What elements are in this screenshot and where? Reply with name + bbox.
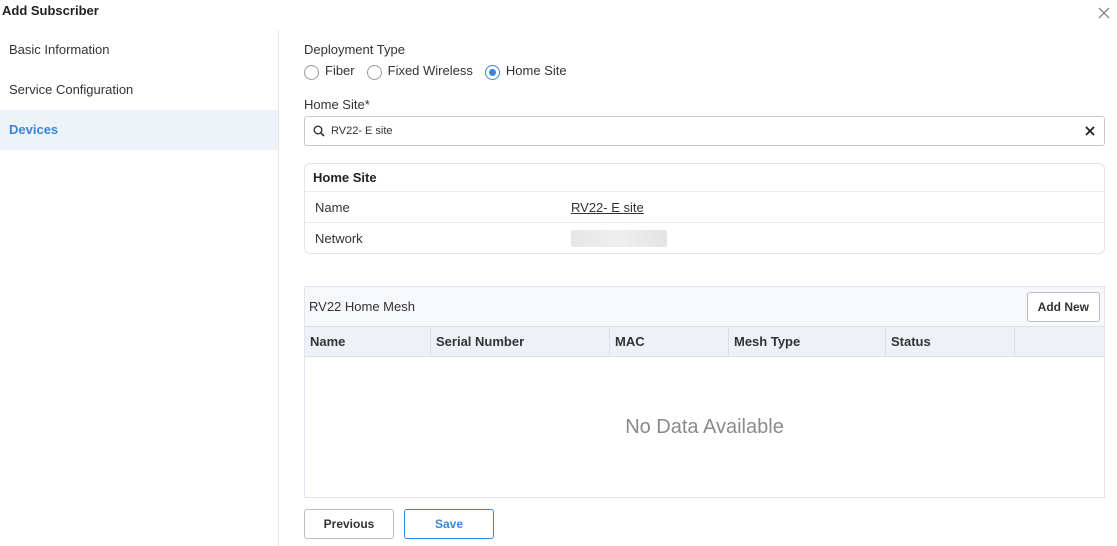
radio-label: Home Site	[505, 62, 567, 78]
home-site-search-value[interactable]: RV22- E site	[331, 125, 1083, 137]
home-site-name-row: Name RV22- E site	[305, 192, 1104, 223]
sidebar-item-devices[interactable]: Devices	[0, 110, 278, 150]
radio-fixed-wireless[interactable]: Fixed Wireless	[366, 62, 473, 80]
table-header: Name Serial Number MAC Mesh Type Status	[305, 326, 1104, 357]
radio-button[interactable]	[366, 65, 382, 80]
home-mesh-title: RV22 Home Mesh	[309, 299, 415, 314]
network-value-redacted	[571, 230, 667, 247]
home-site-label: Home Site*	[304, 97, 370, 112]
column-header-mac[interactable]: MAC	[610, 327, 729, 356]
sidebar-divider	[278, 30, 279, 546]
save-button[interactable]: Save	[404, 509, 494, 539]
home-site-card: Home Site Name RV22- E site Network	[304, 163, 1105, 254]
close-icon[interactable]	[1097, 6, 1113, 22]
home-site-search-input[interactable]: RV22- E site	[304, 116, 1105, 146]
sidebar-item-service-configuration[interactable]: Service Configuration	[0, 70, 278, 110]
column-header-status[interactable]: Status	[886, 327, 1015, 356]
radio-button[interactable]	[304, 65, 319, 80]
radio-fiber[interactable]: Fiber	[304, 62, 355, 80]
redacted-block	[571, 230, 667, 247]
home-mesh-header: RV22 Home Mesh Add New	[305, 287, 1104, 326]
add-new-button[interactable]: Add New	[1026, 291, 1100, 322]
sidebar-item-basic-information[interactable]: Basic Information	[0, 30, 278, 70]
sidebar: Basic Information Service Configuration …	[0, 30, 278, 150]
home-site-name-link[interactable]: RV22- E site	[571, 200, 644, 215]
column-header-mesh-type[interactable]: Mesh Type	[729, 327, 886, 356]
dialog-title: Add Subscriber	[2, 3, 99, 18]
empty-state-text: No Data Available	[625, 415, 784, 438]
home-site-network-row: Network	[305, 223, 1104, 254]
radio-home-site[interactable]: Home Site	[484, 62, 567, 80]
footer-buttons: Previous Save	[304, 509, 494, 539]
search-icon	[313, 125, 325, 137]
deployment-type-label: Deployment Type	[304, 42, 405, 57]
column-header-actions	[1015, 327, 1104, 356]
clear-icon[interactable]	[1083, 124, 1097, 138]
radio-button-selected[interactable]	[484, 65, 500, 80]
home-mesh-table: RV22 Home Mesh Add New Name Serial Numbe…	[304, 286, 1105, 498]
radio-label: Fixed Wireless	[387, 62, 473, 78]
row-key: Network	[315, 231, 363, 246]
previous-button[interactable]: Previous	[304, 509, 394, 539]
row-key: Name	[315, 199, 350, 215]
home-site-card-title: Home Site	[305, 164, 1104, 192]
column-header-serial-number[interactable]: Serial Number	[431, 327, 610, 356]
column-header-name[interactable]: Name	[305, 327, 431, 356]
deployment-type-radio-group: Fiber Fixed Wireless Home Site	[304, 62, 579, 80]
radio-label: Fiber	[325, 62, 355, 78]
